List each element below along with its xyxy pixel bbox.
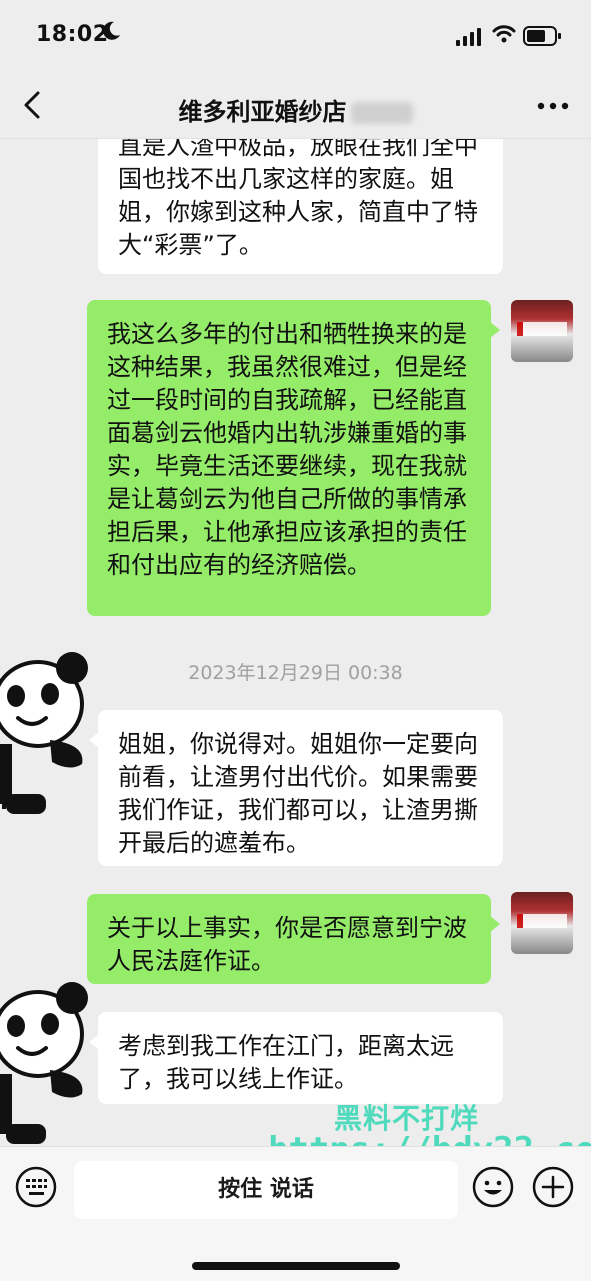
- message-bubble-incoming[interactable]: 考虑到我工作在江门，距离太远了，我可以线上作证。: [89, 1012, 503, 1104]
- status-bar: 18:02: [0, 0, 591, 72]
- home-indicator: [192, 1262, 400, 1270]
- message-bubble-incoming[interactable]: 姐姐，你说得对。姐姐你一定要向前看，让渣男付出代价。如果需要我们作证，我们都可以…: [89, 710, 503, 866]
- message-bubble-incoming[interactable]: 直是人渣中极品，放眼在我们全中国也找不出几家这样的家庭。姐姐，你嫁到这种人家，简…: [98, 138, 503, 274]
- hold-to-talk-button[interactable]: 按住 说话: [74, 1161, 458, 1219]
- message-bubble-outgoing[interactable]: 我这么多年的付出和牺牲换来的是这种结果，我虽然很难过，但是经过一段时间的自我疏解…: [87, 300, 500, 616]
- panda-avatar[interactable]: [0, 644, 102, 814]
- keyboard-icon[interactable]: [15, 1166, 57, 1208]
- chat-title-text: 维多利亚婚纱店: [178, 98, 347, 126]
- wifi-icon: [492, 25, 516, 43]
- panda-avatar[interactable]: [0, 974, 102, 1144]
- avatar-sign-shape: [517, 322, 567, 336]
- blurred-name: [350, 102, 413, 124]
- my-avatar[interactable]: [511, 892, 573, 954]
- chat-title: 维多利亚婚纱店: [0, 92, 591, 127]
- more-options-icon[interactable]: [535, 94, 571, 118]
- message-bubble-outgoing[interactable]: 关于以上事实，你是否愿意到宁波人民法庭作证。: [87, 894, 500, 984]
- message-list[interactable]: 直是人渣中极品，放眼在我们全中国也找不出几家这样的家庭。姐姐，你嫁到这种人家，简…: [0, 138, 591, 1144]
- battery-icon: [523, 26, 561, 46]
- chat-header: 维多利亚婚纱店: [0, 72, 591, 139]
- emoji-icon[interactable]: [472, 1166, 514, 1208]
- status-time: 18:02: [36, 22, 109, 47]
- my-avatar[interactable]: [511, 300, 573, 362]
- input-bar: 按住 说话: [0, 1146, 591, 1281]
- plus-icon[interactable]: [532, 1166, 574, 1208]
- signal-icon: [456, 28, 481, 46]
- avatar-sign-shape: [517, 914, 567, 928]
- moon-icon: [103, 21, 120, 40]
